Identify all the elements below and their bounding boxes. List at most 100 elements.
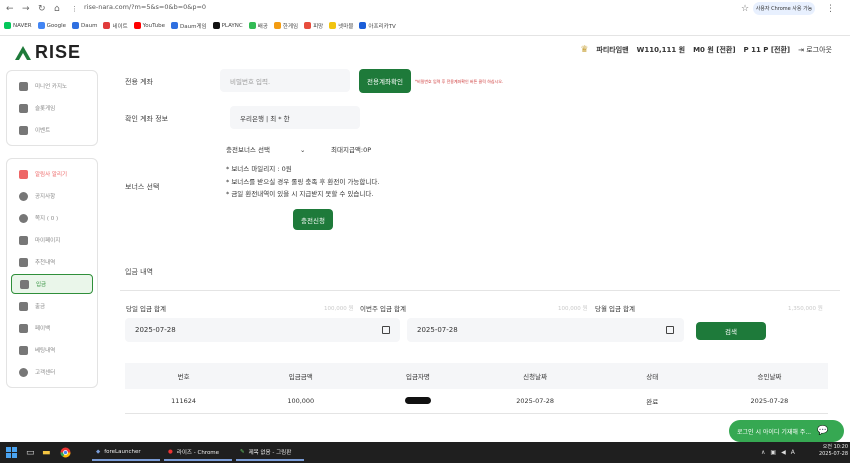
system-tray[interactable]: ∧ ▣ ◀ A: [757, 445, 799, 460]
logo-text: RISE: [35, 42, 82, 62]
max-payout: 최대지급액:0P: [331, 146, 372, 154]
alert-icon: [19, 169, 28, 179]
forward-icon[interactable]: →: [22, 2, 30, 16]
sidebar-item-deposit[interactable]: 입금: [11, 274, 93, 294]
zero-items[interactable]: M0 원 [전환]: [693, 45, 735, 55]
volume-icon: ◀: [781, 449, 786, 456]
bookmark-item[interactable]: Daum게임: [171, 22, 207, 30]
taskbar-app-paint[interactable]: ✎ 제목 없음 - 그림판: [236, 444, 304, 461]
row-approved-date: 2025-07-28: [750, 397, 789, 405]
submit-deposit-button[interactable]: 충전신청: [293, 209, 333, 230]
star-icon[interactable]: ☆: [741, 2, 749, 16]
divider: [125, 413, 828, 414]
chat-widget[interactable]: 로그인 시 아이디 기재해 주... 💬: [729, 420, 844, 442]
task-view-icon[interactable]: ▭: [22, 445, 39, 460]
sidebar-item-event[interactable]: 이벤트: [11, 120, 93, 140]
start-icon[interactable]: [2, 445, 21, 460]
calendar-icon[interactable]: [666, 326, 674, 334]
user-bar: ♛ 파티타임맨 W110,111 원 M0 원 [전환] P 11 P [전환]…: [580, 45, 832, 55]
bookmarks-bar: NAVER Google Daum 네이트 YouTube Daum게임 PLA…: [4, 19, 846, 32]
profile-chip[interactable]: 사용자 Chrome 사용 가능: [753, 2, 815, 15]
start-date-input[interactable]: 2025-07-28: [125, 318, 400, 342]
taskbar-app-launcher[interactable]: ◆ foreLauncher: [92, 444, 160, 461]
sidebar-item-notice[interactable]: 공지사항: [11, 186, 93, 206]
sidebar-item-bet-history[interactable]: 베팅내역: [11, 340, 93, 360]
sidebar-item-support[interactable]: 고객센터: [11, 362, 93, 382]
sidebar-item-slot[interactable]: 슬롯게임: [11, 98, 93, 118]
withdraw-icon: [19, 301, 28, 311]
menu-icon[interactable]: ⋮: [826, 2, 835, 16]
bookmark-item[interactable]: NAVER: [4, 22, 32, 29]
column-header: 번호: [177, 373, 190, 381]
row-number: 111624: [171, 397, 196, 405]
site-info-icon[interactable]: ⋮: [71, 2, 78, 16]
column-header: 상태: [646, 373, 659, 381]
bonus-note: * 금일 환전내역이 있을 시 지급받지 못할 수 있습니다.: [226, 190, 374, 198]
sidebar-item-alert[interactable]: 알림사 알리기: [11, 164, 93, 184]
sidebar-item-mypage[interactable]: 마이페이지: [11, 230, 93, 250]
bookmark-item[interactable]: 한게임: [273, 22, 298, 30]
column-header: 승인날짜: [757, 373, 782, 381]
chat-label: 로그인 시 아이디 기재해 주...: [737, 428, 812, 436]
bonus-note: * 보너스 마일리지 : 0원: [226, 165, 292, 173]
home-icon[interactable]: ⌂: [54, 2, 60, 16]
search-button[interactable]: 검색: [696, 322, 766, 340]
bookmark-item[interactable]: YouTube: [133, 22, 165, 29]
redaction-mark: [404, 396, 431, 404]
password-input[interactable]: 비밀번호 입력.: [220, 69, 350, 92]
back-icon[interactable]: ←: [6, 2, 14, 16]
chrome-icon[interactable]: [56, 445, 75, 460]
bookmark-item[interactable]: PLAYNC: [212, 22, 243, 29]
table-row: 111624 100,000 2025-07-28 완료 2025-07-28: [125, 389, 828, 413]
site-logo[interactable]: RISE: [14, 42, 81, 63]
bookmark-item[interactable]: 네이트: [103, 22, 128, 30]
history-title: 입금 내역: [125, 268, 153, 276]
file-explorer-icon[interactable]: ▬: [38, 445, 55, 460]
taskbar: ▭ ▬ ◆ foreLauncher ● 라이즈 - Chrome ✎ 제목 없음 -…: [0, 442, 850, 463]
column-header: 입금자명: [405, 373, 430, 381]
today-value: 100,000 원: [324, 306, 354, 312]
week-label: 이번주 입금 합계: [360, 305, 406, 313]
clock[interactable]: 오전 10:20 2025-07-28: [819, 444, 848, 458]
row-depositor: [359, 396, 476, 406]
chevron-down-icon: ⌄: [299, 146, 306, 154]
bonus-select[interactable]: 충전보너스 선택 ⌄: [226, 144, 305, 154]
week-value: 100,000 원: [558, 306, 588, 312]
divider: [120, 290, 840, 291]
confirm-account-button[interactable]: 전용계좌확인: [359, 69, 411, 93]
sidebar-item-messages[interactable]: 쪽지 ( 0 ): [11, 208, 93, 228]
calendar-icon[interactable]: [382, 326, 390, 334]
balance: W110,111 원: [636, 46, 686, 54]
user-icon: [19, 235, 28, 245]
network-icon: ▣: [770, 449, 777, 456]
address-bar[interactable]: rise-nara.com/?m=5&s=0&b=0&p=0: [84, 3, 206, 11]
bookmark-item[interactable]: Daum: [72, 22, 97, 29]
logo-mark-icon: [15, 45, 31, 60]
launcher-icon: ◆: [96, 448, 101, 455]
points[interactable]: P 11 P [전환]: [744, 45, 791, 55]
month-label: 당월 입금 합계: [595, 305, 636, 313]
sidebar-item-casino[interactable]: 미니언 카지노: [11, 76, 93, 96]
logout-link[interactable]: ⇥ 로그아웃: [798, 45, 832, 55]
bookmark-item[interactable]: 배공: [248, 22, 268, 30]
taskbar-app-chrome[interactable]: ● 라이즈 - Chrome: [164, 444, 232, 461]
verify-label: 확인 계좌 정보: [125, 115, 169, 123]
event-icon: [19, 125, 28, 135]
sidebar-item-payback[interactable]: 페이백: [11, 318, 93, 338]
sidebar-item-referral[interactable]: 추천내역: [11, 252, 93, 272]
bookmark-item[interactable]: Google: [37, 22, 66, 29]
bookmark-item[interactable]: 피망: [304, 22, 323, 30]
browser-chrome: ← → ↻ ⌂ ⋮ rise-nara.com/?m=5&s=0&b=0&p=0…: [0, 0, 850, 36]
sidebar-item-withdraw[interactable]: 출금: [11, 296, 93, 316]
today-label: 당일 입금 합계: [126, 305, 167, 313]
end-date-input[interactable]: 2025-07-28: [407, 318, 684, 342]
bookmark-item[interactable]: 아프리카TV: [359, 22, 396, 30]
bookmark-item[interactable]: 넷마블: [329, 22, 353, 30]
rank-icon: ♛: [580, 45, 589, 55]
username: 파티타임맨: [596, 46, 629, 54]
bank-info-field: 우리은행 | 최 * 한: [230, 106, 360, 129]
support-icon: [19, 367, 28, 377]
message-icon: [19, 213, 28, 223]
reload-icon[interactable]: ↻: [38, 2, 46, 16]
month-value: 1,350,000 원: [788, 306, 823, 312]
